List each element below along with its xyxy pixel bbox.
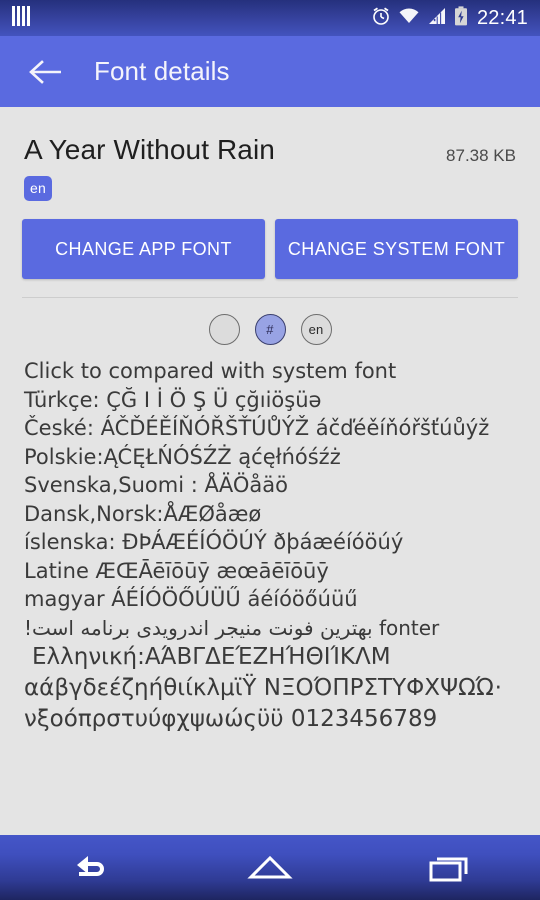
status-bar-clock: 22:41	[476, 7, 528, 29]
font-name: A Year Without Rain	[24, 134, 275, 165]
action-buttons: CHANGE APP FONT CHANGE SYSTEM FONT	[0, 201, 540, 279]
preview-line: Click to compared with system font	[24, 359, 397, 383]
back-navigation-icon[interactable]	[50, 840, 130, 895]
chip-blank[interactable]	[208, 314, 240, 345]
status-bar-notifications	[12, 5, 30, 31]
change-system-font-button[interactable]: CHANGE SYSTEM FONT	[275, 219, 518, 279]
preview-line: íslenska: ÐÞÁÆÉÍÓÖÚÝ ðþáæéíóöúý	[24, 530, 404, 554]
recent-apps-icon[interactable]	[410, 840, 490, 895]
preview-line: Svenska,Suomi : ÅÄÖåäö	[24, 473, 288, 497]
font-preview-text[interactable]: Click to compared with system font Türkç…	[0, 345, 540, 735]
content-area: A Year Without Rain 87.38 KB en CHANGE A…	[0, 107, 540, 835]
font-summary-row: A Year Without Rain 87.38 KB	[0, 107, 540, 166]
phone-screen: 22:41 Font details A Year Without Rain 8…	[0, 0, 540, 900]
system-navigation-bar	[0, 835, 540, 900]
preview-line: νξοόπρστυύφχψωώςϋϋ 0123456789	[24, 706, 438, 732]
cellular-signal-icon	[427, 7, 447, 30]
status-bar: 22:41	[0, 0, 540, 36]
back-arrow-icon[interactable]	[26, 52, 66, 92]
chip-numeric[interactable]: #	[254, 314, 286, 345]
alarm-clock-icon	[371, 6, 391, 31]
change-app-font-button[interactable]: CHANGE APP FONT	[22, 219, 265, 279]
preview-line: Polskie:ĄĆĘŁŃÓŚŹŻ ąćęłńóśźż	[24, 444, 341, 469]
home-navigation-icon[interactable]	[230, 840, 310, 895]
app-bar: Font details	[0, 36, 540, 107]
preview-line: magyar ÁÉÍÓÖŐÚÜŰ áéíóöőúüű	[24, 587, 358, 611]
battery-charging-icon	[454, 5, 468, 31]
chip-en[interactable]: en	[300, 314, 332, 345]
preview-line-rtl: fonter بهترین فونت منیجر اندرویدی برنامه…	[24, 615, 440, 640]
font-file-size: 87.38 KB	[446, 146, 516, 165]
barcode-icon	[12, 5, 30, 31]
charset-chip-row: # en	[0, 298, 540, 345]
preview-line: Ελληνική:ΑΆΒΓΔΕΈΖΗΉΘΙΊΚΛΜ	[32, 644, 391, 670]
status-bar-system-icons: 22:41	[371, 5, 528, 31]
preview-line: αάβγδεέζηήθιίκλμϊΫ ΝΞΟΌΠΡΣΤΥΦΧΨΩΏ·	[24, 675, 502, 701]
preview-line: Dansk,Norsk:ÅÆØåæø	[24, 501, 262, 526]
page-title: Font details	[94, 56, 230, 86]
language-badge: en	[24, 176, 52, 201]
preview-line: Türkçe: ÇĞ I İ Ö Ş Ü çğıiöşüə	[24, 387, 322, 412]
wifi-icon	[398, 7, 420, 30]
preview-line: České: ÁČĎÉĚÍŇÓŘŠŤÚŮÝŽ áčďéěíňóřšťúůýž	[24, 416, 490, 440]
preview-line: Latine ÆŒĀēīōūȳ æœāēīōūȳ	[24, 558, 329, 583]
